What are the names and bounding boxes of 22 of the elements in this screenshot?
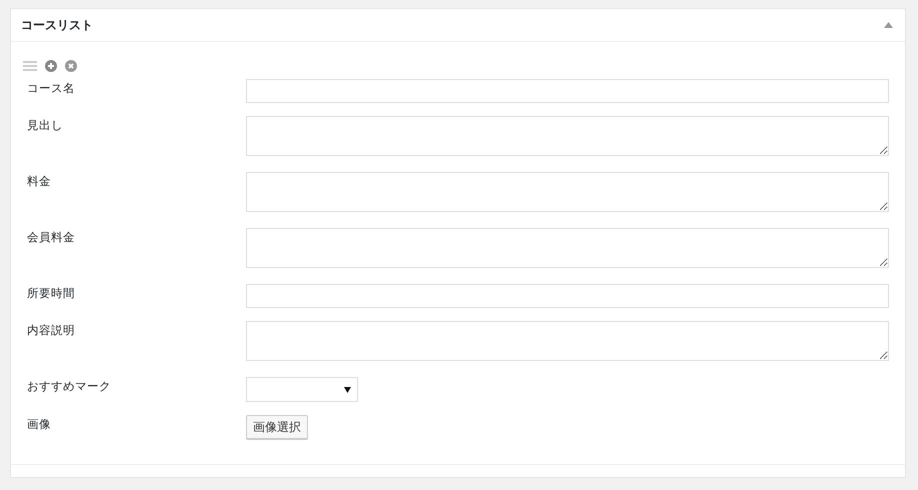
text-field[interactable] [246,284,889,308]
text-field[interactable] [246,79,889,103]
select-field[interactable] [246,377,358,402]
drag-handle-icon[interactable] [23,61,37,71]
field-label: 画像 [26,416,52,432]
text-area[interactable] [246,172,889,212]
field-label: おすすめマーク [26,378,112,394]
select-image-button[interactable]: 画像選択 [246,415,308,439]
field-label: 会員料金 [26,229,76,245]
field-label: コース名 [26,80,76,96]
dropdown-arrow-icon [344,386,351,392]
field-label: 内容説明 [26,322,76,338]
text-area[interactable] [246,321,889,361]
field-label: 料金 [26,173,52,189]
field-label: 所要時間 [26,285,76,301]
text-area[interactable] [246,116,889,156]
field-label: 見出し [26,117,64,133]
collapse-icon[interactable] [884,22,893,28]
panel-title: コースリスト [21,16,93,34]
remove-icon[interactable] [65,60,77,72]
add-icon[interactable] [45,60,57,72]
text-area[interactable] [246,228,889,268]
